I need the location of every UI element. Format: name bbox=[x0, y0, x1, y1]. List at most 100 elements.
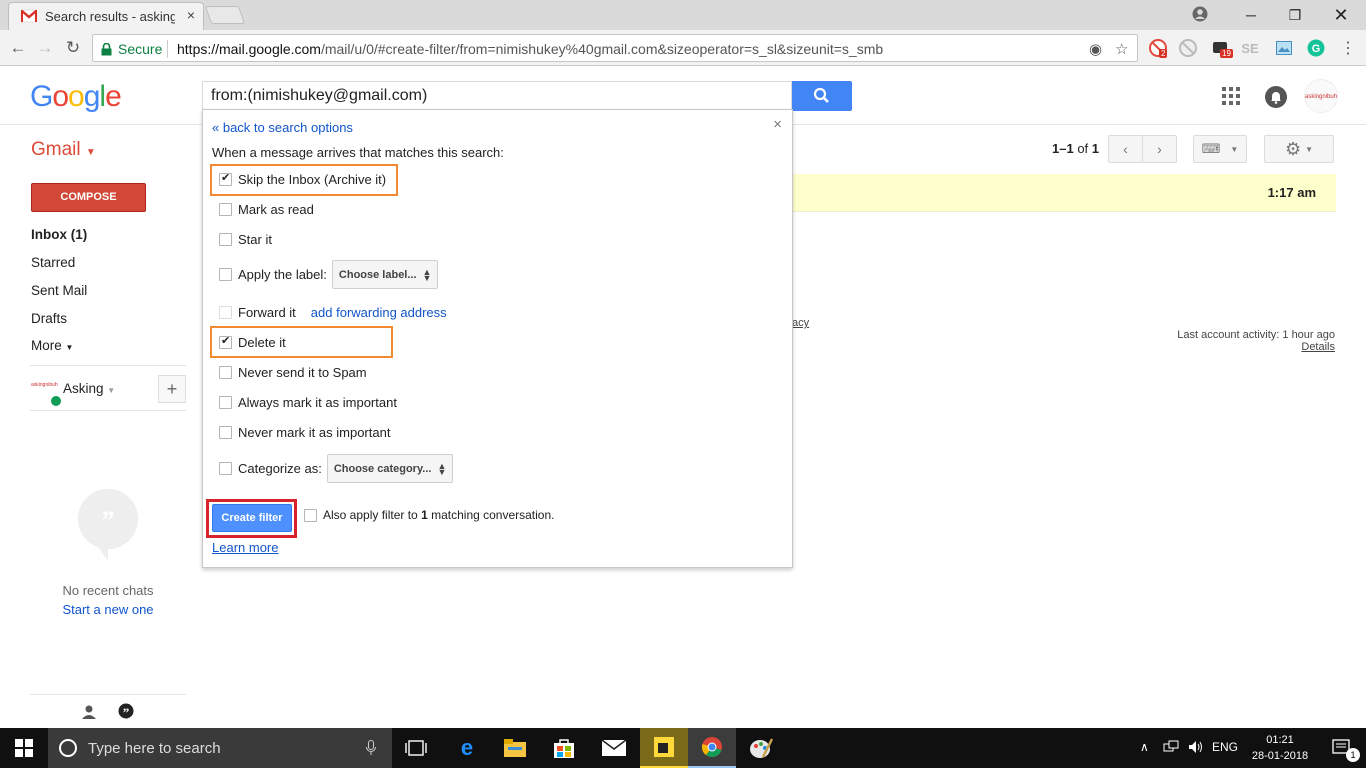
option-forward-it[interactable]: Forward it add forwarding address bbox=[219, 305, 447, 320]
option-never-important[interactable]: Never mark it as important bbox=[219, 425, 390, 440]
language-indicator[interactable]: ENG bbox=[1212, 740, 1238, 754]
option-skip-inbox[interactable]: Skip the Inbox (Archive it) bbox=[219, 171, 387, 187]
option-always-important[interactable]: Always mark it as important bbox=[219, 395, 397, 410]
tab-close-icon[interactable]: × bbox=[187, 7, 195, 23]
choose-category-select[interactable]: Choose category... ▲ ▼ bbox=[326, 454, 454, 483]
chrome-menu-icon[interactable]: ⋮ bbox=[1338, 38, 1358, 58]
skip-inbox-label: Skip the Inbox (Archive it) bbox=[238, 172, 387, 187]
store-icon[interactable] bbox=[540, 728, 588, 768]
bookmark-star-icon[interactable]: ☆ bbox=[1115, 40, 1128, 58]
sidebar-item-starred[interactable]: Starred bbox=[31, 255, 75, 270]
mail-icon[interactable] bbox=[590, 728, 638, 768]
option-delete-it[interactable]: Delete it bbox=[219, 334, 286, 350]
categorize-checkbox[interactable] bbox=[219, 462, 232, 475]
mark-read-checkbox[interactable] bbox=[219, 203, 232, 216]
hangouts-icon[interactable]: ” bbox=[117, 703, 135, 721]
gmail-app-switcher[interactable]: Gmail ▼ bbox=[31, 139, 96, 161]
back-to-search-options-link[interactable]: « back to search options bbox=[212, 120, 353, 135]
extension-screenshot-icon[interactable] bbox=[1274, 38, 1294, 58]
reload-icon[interactable]: ↻ bbox=[63, 38, 83, 58]
google-logo[interactable]: Google bbox=[30, 80, 122, 114]
sidebar-item-more[interactable]: More ▼ bbox=[31, 338, 73, 353]
close-window-icon[interactable]: ✕ bbox=[1318, 0, 1364, 30]
network-icon[interactable] bbox=[1163, 740, 1179, 757]
option-apply-label[interactable]: Apply the label: Choose label... ▲ ▼ bbox=[219, 260, 439, 289]
older-button[interactable]: › bbox=[1142, 135, 1177, 163]
apply-label-checkbox[interactable] bbox=[219, 268, 232, 281]
star-it-checkbox[interactable] bbox=[219, 233, 232, 246]
profile-icon[interactable] bbox=[1192, 6, 1208, 22]
delete-it-checkbox[interactable] bbox=[219, 334, 232, 349]
search-input[interactable]: from:(nimishukey@gmail.com) bbox=[202, 81, 792, 111]
never-important-checkbox[interactable] bbox=[219, 426, 232, 439]
volume-icon[interactable] bbox=[1188, 740, 1204, 757]
extension-3-icon[interactable]: 19 bbox=[1210, 38, 1233, 58]
learn-more-link[interactable]: Learn more bbox=[212, 540, 278, 555]
also-apply-checkbox[interactable] bbox=[304, 508, 317, 522]
new-chat-button[interactable]: + bbox=[158, 375, 186, 403]
grammarly-icon[interactable]: G bbox=[1306, 38, 1326, 58]
email-row[interactable]: 1:17 am bbox=[790, 174, 1336, 212]
eye-icon[interactable]: ◉ bbox=[1089, 40, 1102, 58]
settings-button[interactable]: ⚙ ▼ bbox=[1264, 135, 1334, 163]
hangouts-user[interactable]: Asking ▼ bbox=[63, 381, 115, 396]
restore-icon[interactable]: ❐ bbox=[1272, 0, 1318, 30]
newer-button[interactable]: ‹ bbox=[1108, 135, 1143, 163]
minimize-icon[interactable]: ─ bbox=[1228, 0, 1274, 30]
contacts-icon[interactable] bbox=[81, 704, 97, 720]
never-spam-checkbox[interactable] bbox=[219, 366, 232, 379]
close-icon[interactable]: × bbox=[773, 116, 782, 133]
extension-2-icon[interactable] bbox=[1178, 38, 1198, 58]
details-link[interactable]: Details bbox=[1270, 341, 1335, 353]
address-bar[interactable]: Secure https://mail.google.com/mail/u/0/… bbox=[92, 34, 1138, 62]
search-query: from:(nimishukey@gmail.com) bbox=[211, 87, 428, 104]
add-forwarding-address-link[interactable]: add forwarding address bbox=[311, 305, 447, 320]
keyboard-icon: ⌨ bbox=[1201, 141, 1221, 156]
address-separator bbox=[167, 40, 168, 58]
forward-arrow-icon[interactable]: → bbox=[35, 38, 55, 58]
extension-1-icon[interactable]: 2 bbox=[1148, 38, 1168, 58]
browser-tab-strip: Search results - askingm × ─ ❐ ✕ bbox=[0, 0, 1366, 30]
chrome-taskbar-icon[interactable] bbox=[688, 728, 736, 768]
also-apply-option[interactable]: Also apply filter to 1 matching conversa… bbox=[304, 508, 555, 522]
start-new-chat-link[interactable]: Start a new one bbox=[30, 602, 186, 617]
browser-tab[interactable]: Search results - askingm × bbox=[8, 2, 204, 30]
sidebar-item-sent[interactable]: Sent Mail bbox=[31, 283, 87, 298]
action-center-icon[interactable]: 1 bbox=[1318, 728, 1366, 768]
apps-grid-icon[interactable] bbox=[1222, 87, 1240, 105]
always-important-checkbox[interactable] bbox=[219, 396, 232, 409]
option-never-spam[interactable]: Never send it to Spam bbox=[219, 365, 367, 380]
sidebar-item-inbox[interactable]: Inbox (1) bbox=[31, 227, 87, 242]
option-mark-read[interactable]: Mark as read bbox=[219, 202, 314, 217]
input-tools-button[interactable]: ⌨ ▼ bbox=[1193, 135, 1247, 163]
option-star-it[interactable]: Star it bbox=[219, 232, 272, 247]
secure-indicator[interactable]: Secure bbox=[101, 41, 162, 57]
back-arrow-icon[interactable]: ← bbox=[8, 38, 28, 58]
microphone-icon[interactable] bbox=[366, 740, 376, 756]
account-avatar[interactable]: askingnibuh bbox=[1304, 79, 1338, 113]
forward-it-checkbox[interactable] bbox=[219, 306, 232, 319]
notifications-icon[interactable] bbox=[1265, 86, 1287, 108]
paint-icon[interactable] bbox=[737, 728, 785, 768]
skip-inbox-checkbox[interactable] bbox=[219, 171, 232, 186]
new-tab-button[interactable] bbox=[204, 6, 246, 24]
create-filter-button[interactable]: Create filter bbox=[212, 504, 292, 532]
chevron-down-icon: ▼ bbox=[107, 386, 116, 395]
tray-expand-icon[interactable]: ∧ bbox=[1140, 740, 1149, 754]
edge-browser-icon[interactable]: e bbox=[443, 728, 491, 768]
privacy-link[interactable]: acy bbox=[792, 317, 809, 329]
task-view-icon[interactable] bbox=[392, 728, 440, 768]
pagination-text: 1–1 of 1 bbox=[1052, 141, 1099, 156]
choose-label-select[interactable]: Choose label... ▲ ▼ bbox=[331, 260, 439, 289]
taskbar-search-box[interactable]: Type here to search bbox=[48, 728, 392, 768]
windows-start-icon[interactable] bbox=[0, 728, 48, 768]
pagination-of: of bbox=[1077, 141, 1089, 156]
file-explorer-icon[interactable] bbox=[491, 728, 539, 768]
sticky-app-icon[interactable] bbox=[640, 728, 688, 768]
extension-se-icon[interactable]: SE bbox=[1240, 38, 1260, 58]
compose-button[interactable]: COMPOSE bbox=[31, 183, 146, 212]
option-categorize[interactable]: Categorize as: Choose category... ▲ ▼ bbox=[219, 454, 454, 483]
sidebar-item-drafts[interactable]: Drafts bbox=[31, 311, 67, 326]
taskbar-clock[interactable]: 01:21 28-01-2018 bbox=[1250, 732, 1310, 764]
search-button[interactable] bbox=[792, 81, 852, 111]
